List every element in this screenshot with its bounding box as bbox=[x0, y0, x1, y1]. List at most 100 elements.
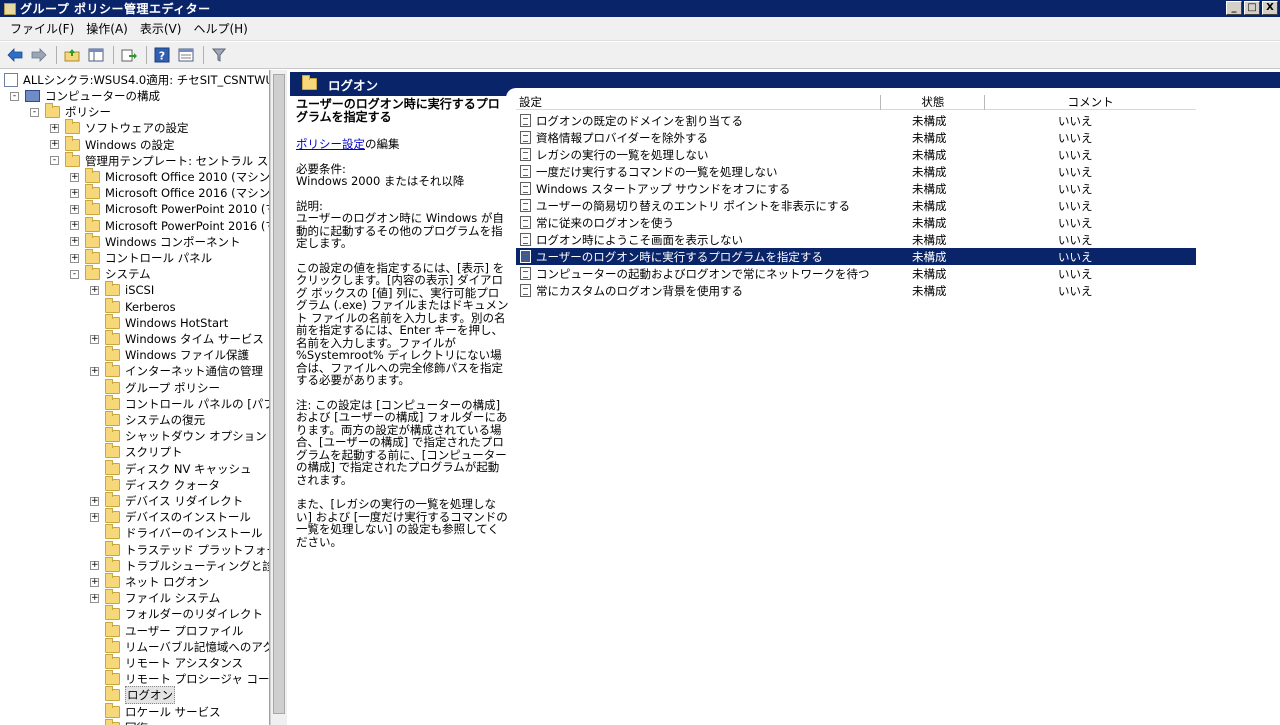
tree-item[interactable]: リモート アシスタンス bbox=[90, 654, 243, 671]
menu-action[interactable]: 操作(A) bbox=[80, 17, 134, 41]
tree-item[interactable]: + デバイス リダイレクト bbox=[90, 492, 243, 509]
tree-item[interactable]: Windows ファイル保護 bbox=[90, 346, 249, 363]
collapse-icon[interactable]: - bbox=[30, 107, 39, 117]
expand-icon[interactable]: + bbox=[70, 221, 79, 231]
expand-icon[interactable]: + bbox=[90, 561, 99, 571]
expand-icon[interactable]: + bbox=[90, 593, 99, 603]
expand-icon[interactable]: + bbox=[70, 188, 79, 198]
folder-icon bbox=[85, 184, 100, 200]
expand-icon[interactable]: + bbox=[90, 285, 99, 295]
tree-item[interactable]: ディスク NV キャッシュ bbox=[90, 459, 251, 477]
tree-item[interactable]: + Windows の設定 bbox=[50, 135, 175, 153]
tree-item[interactable]: + ネット ログオン bbox=[90, 573, 209, 590]
expand-icon[interactable]: + bbox=[70, 204, 79, 214]
tree-item[interactable]: ログオン bbox=[90, 686, 175, 705]
window-titlebar[interactable]: グループ ポリシー管理エディター _ □ X bbox=[0, 0, 1280, 17]
list-item[interactable]: 常に従来のログオンを使う 未構成 いいえ bbox=[516, 214, 1196, 231]
tree-item[interactable]: トラステッド プラットフォーム モ bbox=[90, 540, 269, 558]
list-item[interactable]: ログオンの既定のドメインを割り当てる 未構成 いいえ bbox=[516, 112, 1196, 129]
collapse-icon[interactable]: - bbox=[10, 91, 19, 101]
tree-item[interactable]: + Windows タイム サービス bbox=[90, 330, 264, 347]
maximize-button[interactable]: □ bbox=[1244, 1, 1260, 15]
tree-item[interactable]: ロケール サービス bbox=[90, 702, 221, 720]
menu-help[interactable]: ヘルプ(H) bbox=[187, 17, 253, 41]
forward-arrow-icon[interactable] bbox=[28, 44, 50, 66]
tree-item-label: ロケール サービス bbox=[125, 704, 221, 719]
tree-root[interactable]: ALLシンクラ:WSUS4.0適用: チセSIT_CSNTWU03 bbox=[4, 72, 269, 88]
tree-item[interactable]: Kerberos bbox=[90, 297, 176, 315]
tree-item[interactable]: + Microsoft Office 2010 (マシン) bbox=[70, 168, 269, 185]
tree-item[interactable]: システムの復元 bbox=[90, 411, 205, 428]
tree-item[interactable]: グループ ポリシー bbox=[90, 378, 220, 396]
setting-name-cell: コンピューターの起動およびログオンで常にネットワークを待つ bbox=[516, 266, 882, 282]
tree-item[interactable]: - 管理用テンプレート: セントラル ストア bbox=[50, 151, 269, 169]
column-header-state[interactable]: 状態 bbox=[881, 95, 986, 110]
expand-icon[interactable]: + bbox=[90, 496, 99, 506]
menu-view[interactable]: 表示(V) bbox=[134, 17, 188, 41]
tree-item[interactable]: + Microsoft PowerPoint 2010 (マ bbox=[70, 200, 269, 217]
export-list-icon[interactable] bbox=[118, 44, 140, 66]
column-header-setting[interactable]: 設定 bbox=[516, 95, 882, 110]
tree-item[interactable]: コントロール パネルの [パフォ bbox=[90, 394, 269, 412]
tree-item-label: スクリプト bbox=[125, 445, 183, 460]
list-item[interactable]: コンピューターの起動およびログオンで常にネットワークを待つ 未構成 いいえ bbox=[516, 265, 1196, 282]
list-item[interactable]: 一度だけ実行するコマンドの一覧を処理しない 未構成 いいえ bbox=[516, 163, 1196, 180]
tree-item[interactable]: - ポリシー bbox=[30, 103, 111, 120]
up-folder-icon[interactable] bbox=[61, 44, 83, 66]
tree-item[interactable]: + Microsoft PowerPoint 2016 (マ bbox=[70, 216, 269, 234]
help-icon[interactable]: ? bbox=[151, 44, 173, 66]
tree-item[interactable]: ユーザー プロファイル bbox=[90, 621, 243, 639]
expand-icon[interactable]: + bbox=[50, 123, 59, 133]
tree-item[interactable]: - システム bbox=[70, 265, 151, 282]
minimize-button[interactable]: _ bbox=[1226, 1, 1242, 15]
tree-item[interactable]: - コンピューターの構成 bbox=[10, 88, 160, 104]
tree-item[interactable]: + ファイル システム bbox=[90, 589, 220, 606]
tree-item[interactable]: Windows HotStart bbox=[90, 313, 228, 331]
tree-item[interactable]: ディスク クォータ bbox=[90, 475, 220, 493]
list-item[interactable]: ログオン時にようこそ画面を表示しない 未構成 いいえ bbox=[516, 231, 1196, 248]
list-item[interactable]: Windows スタートアップ サウンドをオフにする 未構成 いいえ bbox=[516, 180, 1196, 197]
collapse-icon[interactable]: - bbox=[50, 156, 59, 166]
tree-item[interactable]: + ソフトウェアの設定 bbox=[50, 119, 189, 136]
tree-item[interactable]: + Windows コンポーネント bbox=[70, 232, 241, 250]
tree-item[interactable]: リモート プロシージャ コール bbox=[90, 670, 269, 687]
filter-icon[interactable] bbox=[208, 44, 230, 66]
tree-scrollbar-thumb[interactable] bbox=[273, 74, 285, 714]
list-item[interactable]: レガシの実行の一覧を処理しない 未構成 いいえ bbox=[516, 146, 1196, 163]
tree-item-label: iSCSI bbox=[125, 283, 155, 298]
tree-item[interactable]: シャットダウン オプション bbox=[90, 427, 267, 444]
tree-item[interactable]: + インターネット通信の管理 bbox=[90, 362, 263, 379]
tree-item[interactable]: ドライバーのインストール bbox=[90, 524, 263, 541]
close-button[interactable]: X bbox=[1262, 1, 1278, 15]
list-item[interactable]: 常にカスタムのログオン背景を使用する 未構成 いいえ bbox=[516, 282, 1196, 299]
list-item[interactable]: ユーザーの簡易切り替えのエントリ ポイントを非表示にする 未構成 いいえ bbox=[516, 197, 1196, 214]
collapse-icon[interactable]: - bbox=[70, 269, 79, 279]
show-hide-tree-icon[interactable] bbox=[85, 44, 107, 66]
expand-icon[interactable]: + bbox=[70, 253, 79, 263]
back-arrow-icon[interactable] bbox=[4, 44, 26, 66]
expand-icon[interactable]: + bbox=[70, 172, 79, 182]
expand-icon[interactable]: + bbox=[50, 140, 59, 150]
tree-item[interactable]: + デバイスのインストール bbox=[90, 508, 251, 525]
expand-icon[interactable]: + bbox=[90, 334, 99, 344]
tree-item[interactable]: + トラブルシューティングと診断 bbox=[90, 556, 269, 574]
properties-icon[interactable] bbox=[175, 44, 197, 66]
edit-policy-link[interactable]: ポリシー設定 bbox=[296, 137, 365, 151]
tree-item[interactable]: スクリプト bbox=[90, 443, 183, 460]
menu-file[interactable]: ファイル(F) bbox=[4, 17, 80, 41]
tree-item[interactable]: リムーバブル記憶域へのアクセ bbox=[90, 637, 269, 655]
expand-icon[interactable]: + bbox=[90, 512, 99, 522]
tree-item[interactable]: 回復 bbox=[90, 718, 148, 725]
tree-item[interactable]: + iSCSI bbox=[90, 281, 155, 298]
tree-item[interactable]: + Microsoft Office 2016 (マシン) bbox=[70, 184, 269, 201]
column-header-comment[interactable]: コメント bbox=[985, 95, 1196, 110]
list-item[interactable]: 資格情報プロバイダーを除外する 未構成 いいえ bbox=[516, 129, 1196, 146]
console-tree[interactable]: ALLシンクラ:WSUS4.0適用: チセSIT_CSNTWU03 - コンピュー… bbox=[0, 70, 270, 725]
expand-icon[interactable]: + bbox=[90, 577, 99, 587]
tree-scrollbar[interactable] bbox=[270, 70, 287, 725]
tree-item[interactable]: + コントロール パネル bbox=[70, 249, 212, 266]
list-item[interactable]: ユーザーのログオン時に実行するプログラムを指定する 未構成 いいえ bbox=[516, 248, 1196, 265]
expand-icon[interactable]: + bbox=[70, 237, 79, 247]
expand-icon[interactable]: + bbox=[90, 366, 99, 376]
tree-item[interactable]: フォルダーのリダイレクト bbox=[90, 605, 263, 622]
